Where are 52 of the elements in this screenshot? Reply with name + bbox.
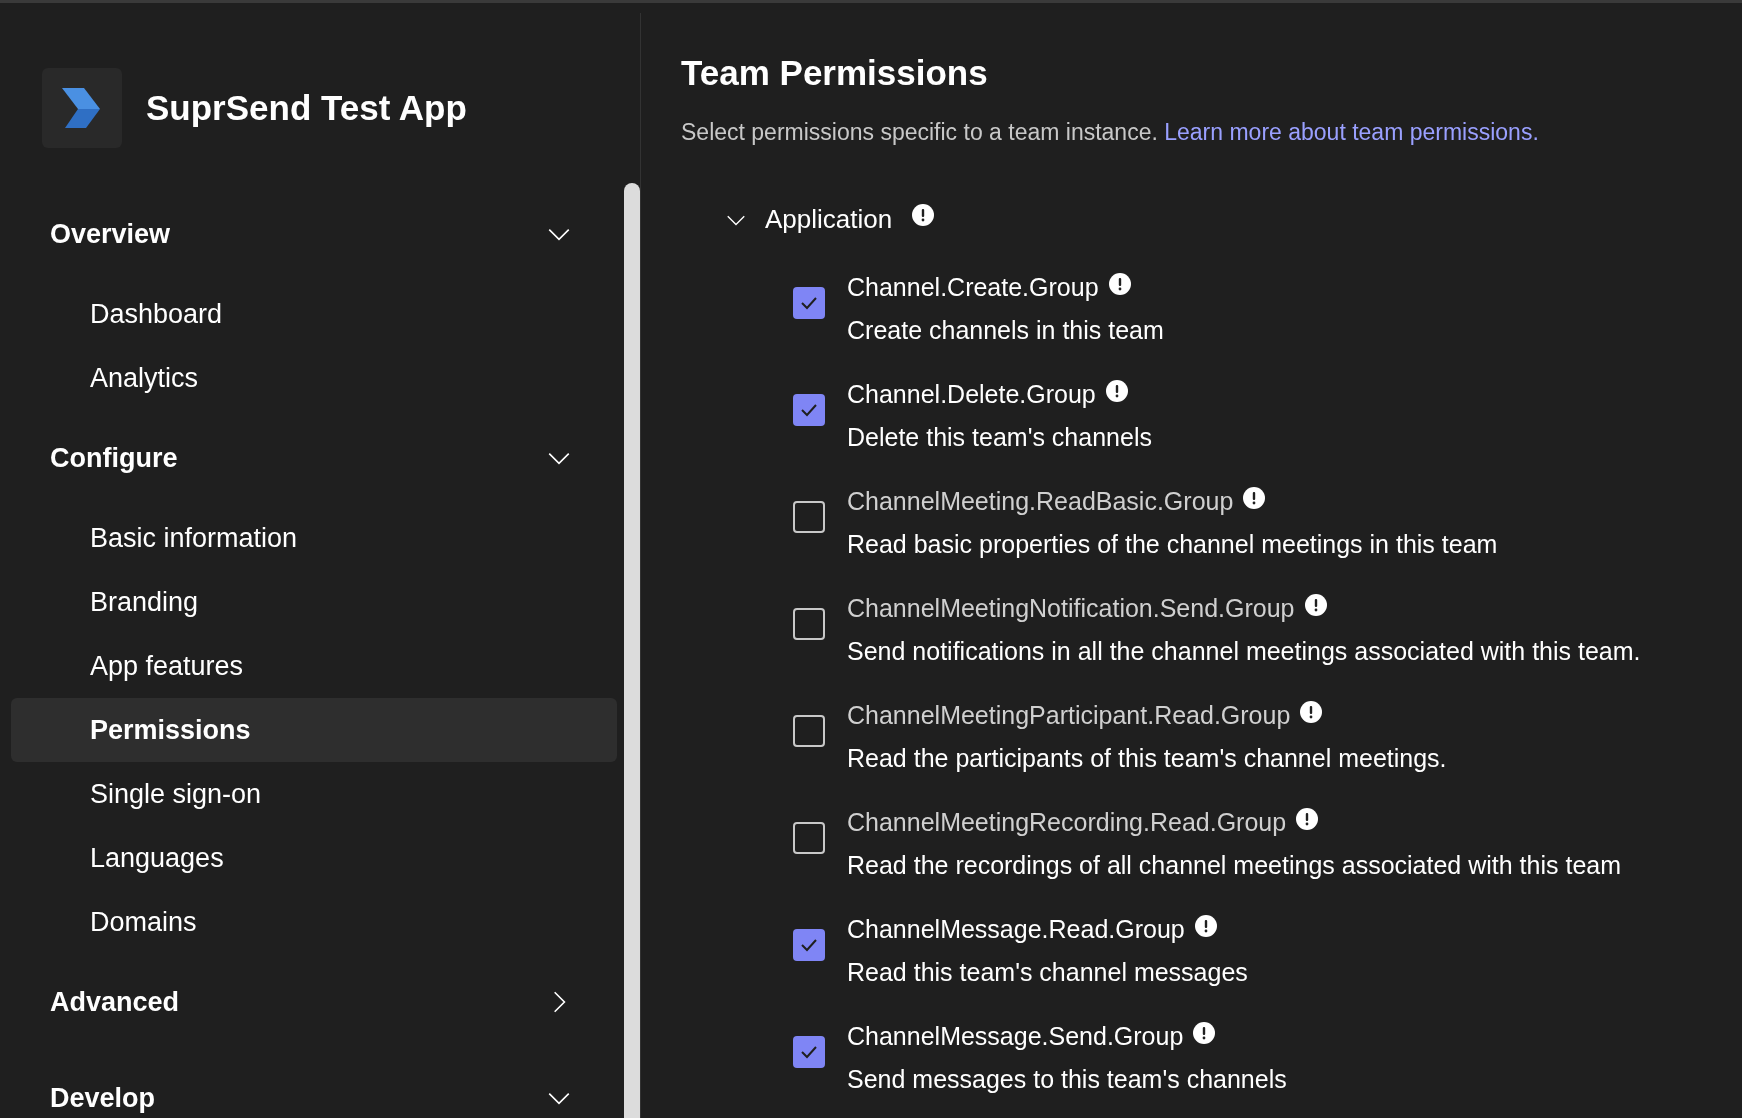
permission-name: Channel.Create.Group xyxy=(847,273,1099,302)
permission-description: Read basic properties of the channel meetings in this team xyxy=(847,530,1498,559)
info-icon xyxy=(1194,915,1217,937)
checkbox[interactable] xyxy=(793,715,825,747)
permission-name: ChannelMessage.Send.Group xyxy=(847,1022,1184,1051)
permission-description: Read the participants of this team's channel meetings. xyxy=(847,744,1447,773)
permission-description: Create channels in this team xyxy=(847,316,1164,345)
nav-item[interactable]: Languages xyxy=(11,826,617,890)
nav-item[interactable]: App features xyxy=(11,634,617,698)
nav-section-header[interactable]: Overview xyxy=(0,202,612,266)
page-title: Team Permissions xyxy=(681,53,989,93)
nav-item[interactable]: Permissions xyxy=(11,698,617,762)
checkbox[interactable] xyxy=(793,501,825,533)
app-title: SuprSend Test App xyxy=(146,88,467,128)
permission-name: Channel.Delete.Group xyxy=(847,380,1096,409)
checkbox[interactable] xyxy=(793,287,825,319)
nav-item[interactable]: Single sign-on xyxy=(11,762,617,826)
page-description: Select permissions specific to a team instance. Learn more about team permissions. xyxy=(681,119,1540,146)
checkbox[interactable] xyxy=(793,394,825,426)
info-icon xyxy=(912,204,935,226)
checkbox[interactable] xyxy=(793,1036,825,1068)
permission-description: Read the recordings of all channel meetings associated with this team xyxy=(847,851,1622,880)
info-icon xyxy=(1296,808,1319,830)
info-icon xyxy=(1304,594,1327,616)
permission-description: Send notifications in all the channel meetings associated with this team. xyxy=(847,637,1641,666)
info-icon xyxy=(1300,701,1323,723)
info-icon xyxy=(1105,380,1128,402)
permission-description: Send messages to this team's channels xyxy=(847,1065,1287,1094)
checkbox[interactable] xyxy=(793,929,825,961)
group-header[interactable]: Application xyxy=(725,204,935,235)
permission-name: ChannelMessage.Read.Group xyxy=(847,915,1185,944)
permission-description: Delete this team's channels xyxy=(847,423,1152,452)
nav-item[interactable]: Dashboard xyxy=(11,282,617,346)
nav-item[interactable]: Analytics xyxy=(11,346,617,410)
checkbox[interactable] xyxy=(793,608,825,640)
checkbox[interactable] xyxy=(793,822,825,854)
permission-name: ChannelMeeting.ReadBasic.Group xyxy=(847,487,1234,516)
scrollbar-thumb[interactable] xyxy=(624,183,640,1118)
permission-name: ChannelMeetingNotification.Send.Group xyxy=(847,594,1295,623)
nav-item[interactable]: Branding xyxy=(11,570,617,634)
info-icon xyxy=(1193,1022,1216,1044)
nav-section-header[interactable]: Configure xyxy=(0,426,612,490)
info-icon xyxy=(1243,487,1266,509)
nav-item[interactable]: Domains xyxy=(11,890,617,954)
learn-more-link[interactable]: Learn more about team permissions. xyxy=(1164,119,1539,145)
permission-name: ChannelMeetingParticipant.Read.Group xyxy=(847,701,1291,730)
nav-section-header[interactable]: Advanced xyxy=(0,970,612,1034)
nav-item[interactable]: Basic information xyxy=(11,506,617,570)
permission-name: ChannelMeetingRecording.Read.Group xyxy=(847,808,1287,837)
nav-section-header[interactable]: Develop xyxy=(0,1066,612,1118)
info-icon xyxy=(1108,273,1131,295)
permission-description: Read this team's channel messages xyxy=(847,958,1248,987)
